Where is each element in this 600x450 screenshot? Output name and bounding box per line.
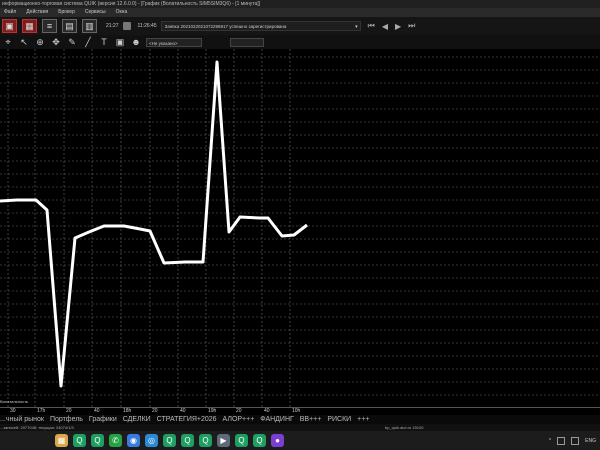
skip-forward-icon[interactable]: ⏭	[408, 21, 415, 31]
pointer-icon[interactable]: ↖	[18, 37, 30, 48]
window-icon: ▣	[5, 20, 14, 31]
tab-vv[interactable]: ВВ+++	[300, 416, 322, 423]
main-toolbar: ▣ ▦ ≡ ▤ ▥ 21:27 11:26:45 Заявка 20210220…	[0, 17, 600, 35]
tab-risks[interactable]: РИСКИ	[327, 416, 351, 423]
tray-window-icon[interactable]	[557, 436, 566, 445]
app-q-icon[interactable]: Q	[181, 434, 194, 447]
tab-charts[interactable]: Графики	[89, 416, 117, 423]
text-icon[interactable]: T	[98, 37, 110, 48]
app-q-icon[interactable]: Q	[73, 434, 86, 447]
account-select-value: <Не указано>	[149, 40, 178, 46]
message-time: 11:26:45	[137, 23, 157, 29]
status-right: bp_quik.alor.ru 15100	[385, 425, 424, 430]
clock: 21:27	[106, 23, 119, 29]
chevron-down-icon: ▾	[355, 24, 358, 30]
menu-item-services[interactable]: Сервисы	[85, 8, 106, 17]
list-icon: ≡	[46, 21, 53, 31]
account-select[interactable]: <Не указано>	[146, 37, 202, 47]
whatsapp-icon[interactable]: ✆	[109, 434, 122, 447]
chart-grid	[0, 49, 600, 407]
globe-icon[interactable]: ◎	[145, 434, 158, 447]
trades-button[interactable]: ▤	[62, 19, 77, 33]
calculator-icon[interactable]: ▣	[114, 37, 126, 48]
tab-add[interactable]: +++	[357, 416, 369, 423]
table-icon: ▤	[65, 20, 74, 31]
menu-item-actions[interactable]: Действия	[26, 8, 48, 17]
x-tick-label: 20	[66, 408, 72, 414]
app-q-icon[interactable]: Q	[235, 434, 248, 447]
x-tick-label: 18h	[123, 408, 132, 414]
tab-portfolio[interactable]: Портфель	[50, 416, 83, 423]
status-bar: ...записей: 2077048; текущая: 24074/1/3 …	[0, 424, 600, 431]
tray-display-icon[interactable]	[571, 436, 580, 445]
tab-trades[interactable]: СДЕЛКИ	[123, 416, 151, 423]
menu-item-broker[interactable]: Брокер	[58, 8, 75, 17]
tab-market[interactable]: ...чный рынок	[0, 416, 44, 423]
orders-button[interactable]: ≡	[42, 19, 57, 33]
draw-icon[interactable]: ⌖	[2, 37, 14, 48]
app-q-icon[interactable]: Q	[91, 434, 104, 447]
app-q-icon[interactable]: Q	[253, 434, 266, 447]
media-icon[interactable]: ▶	[217, 434, 230, 447]
message-dropdown[interactable]: Заявка 2021022021072296917 успешно зарег…	[160, 21, 361, 31]
window-title: информационно-торговая система QUIK (вер…	[0, 0, 600, 8]
app-q-icon[interactable]: Q	[163, 434, 176, 447]
skip-back-icon[interactable]: ⏮	[368, 21, 375, 31]
window-button[interactable]: ▣	[2, 19, 17, 33]
line-icon[interactable]: ╱	[82, 37, 94, 48]
tray-chevron-icon[interactable]: ^	[549, 438, 551, 444]
quantity-field[interactable]	[230, 37, 264, 47]
menu-bar: Файл Действия Брокер Сервисы Окна	[0, 8, 600, 17]
next-icon[interactable]: ▶	[395, 22, 401, 31]
x-tick-label: 10h	[292, 408, 301, 414]
app-q-icon[interactable]: Q	[199, 434, 212, 447]
user-icon[interactable]: ☻	[130, 37, 142, 48]
tray-language[interactable]: ENG	[585, 438, 596, 444]
chart-icon: ▦	[25, 20, 34, 31]
prev-icon[interactable]: ◀	[382, 22, 388, 31]
x-tick-label: 40	[180, 408, 186, 414]
chart-bottom-label: Волатильность	[0, 399, 29, 404]
tab-strategy[interactable]: СТРАТЕГИЯ+2026	[157, 416, 217, 423]
chart-toolbar: ⌖ ↖ ⊕ ✥ ✎ ╱ T ▣ ☻ <Не указано>	[0, 35, 600, 49]
taskbar: ▦ Q Q ✆ ◉ ◎ Q Q Q ▶ Q Q ●	[0, 431, 600, 450]
x-tick-label: 17h	[37, 408, 46, 414]
menu-item-file[interactable]: Файл	[4, 8, 16, 17]
tab-alor[interactable]: АЛОР+++	[223, 416, 255, 423]
circle-icon[interactable]: ●	[271, 434, 284, 447]
workspace-tabs: ...чный рынок Портфель Графики СДЕЛКИ СТ…	[0, 415, 600, 424]
x-tick-label: 40	[94, 408, 100, 414]
x-tick-label: 40	[264, 408, 270, 414]
menu-item-windows[interactable]: Окна	[116, 8, 128, 17]
message-text: Заявка 2021022021072296917 успешно зарег…	[164, 24, 287, 29]
gallery-icon[interactable]: ▦	[55, 434, 68, 447]
zoom-icon[interactable]: ⊕	[34, 37, 46, 48]
hand-icon[interactable]: ✥	[50, 37, 62, 48]
status-left: ...записей: 2077048; текущая: 24074/1/3	[0, 425, 74, 430]
grid-icon: ▥	[85, 20, 94, 31]
x-tick-label: 20	[152, 408, 158, 414]
x-tick-label: 30	[10, 408, 16, 414]
x-tick-label: 20	[236, 408, 242, 414]
message-icon[interactable]	[122, 22, 131, 30]
tab-funding[interactable]: ФАНДИНГ	[260, 416, 294, 423]
chrome-icon[interactable]: ◉	[127, 434, 140, 447]
news-button[interactable]: ▥	[82, 19, 97, 33]
x-tick-label: 19h	[208, 408, 217, 414]
system-tray: ^ ENG	[549, 431, 596, 450]
pencil-icon[interactable]: ✎	[66, 37, 78, 48]
portfolio-button[interactable]: ▦	[22, 19, 37, 33]
volatility-chart	[0, 49, 600, 407]
volatility-line	[0, 60, 308, 388]
